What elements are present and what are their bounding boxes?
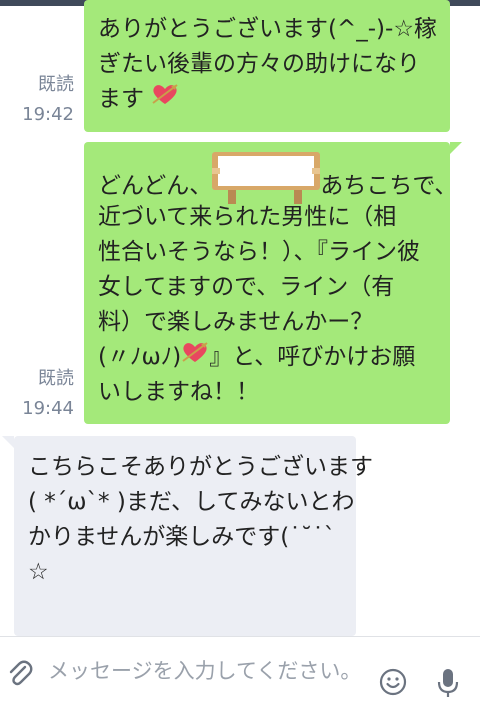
message-composer: メッセージを入力してください。 [0, 636, 480, 707]
heart-arrow-emoji-icon [151, 82, 179, 117]
message-line: かりませんが楽しみです(˙˘˙` [28, 524, 336, 550]
message-line: ( *´ω`* )まだ、してみないとわ [28, 489, 355, 515]
message-line: 性合いそうなら！）、『ライン彼 [98, 239, 420, 265]
bubble-tail [2, 436, 14, 448]
message-line: ☆ [28, 559, 49, 585]
message-line: ぎたい後輩の方々の助けになり [98, 51, 420, 77]
message-bubble-outgoing[interactable]: ありがとうございます(^_-)-☆稼 ぎたい後輩の方々の助けになり ます [84, 0, 450, 132]
message-meta: 既読 19:42 [14, 72, 74, 128]
message-time: 19:42 [22, 104, 74, 125]
heart-arrow-emoji-icon [181, 340, 209, 375]
message-line: 近づいて来られた男性に（相 [98, 204, 397, 230]
message-line: ありがとうございます(^_-)-☆稼 [98, 16, 437, 42]
message-line: (〃ﾉωﾉ) 』と、呼びかけお願 [98, 340, 450, 375]
message-bubble-outgoing[interactable]: どんどん、 あちこちで、 近づいて来られた男性に（相 性合いそうなら！）、『ライ… [84, 142, 457, 424]
bubble-tail [450, 142, 462, 154]
message-line: ます [98, 82, 450, 117]
message-line: こちらこそありがとうございます [28, 454, 373, 480]
message-input[interactable]: メッセージを入力してください。 [48, 653, 378, 689]
microphone-icon[interactable] [434, 667, 462, 703]
read-receipt: 既読 [38, 368, 74, 389]
message-line: 料）で楽しみませんかー？ [98, 309, 374, 335]
message-meta: 既読 19:44 [14, 366, 74, 422]
message-line: どんどん、 あちこちで、 [98, 152, 457, 204]
message-time: 19:44 [22, 398, 74, 419]
message-line: いしますね！！ [98, 379, 259, 405]
message-line: 女してますので、ライン（有 [98, 274, 395, 300]
emoji-icon[interactable] [378, 667, 408, 701]
read-receipt: 既読 [38, 74, 74, 95]
attach-icon[interactable] [6, 659, 34, 693]
message-bubble-incoming[interactable]: こちらこそありがとうございます ( *´ω`* )まだ、してみないとわ かりませ… [14, 436, 373, 636]
